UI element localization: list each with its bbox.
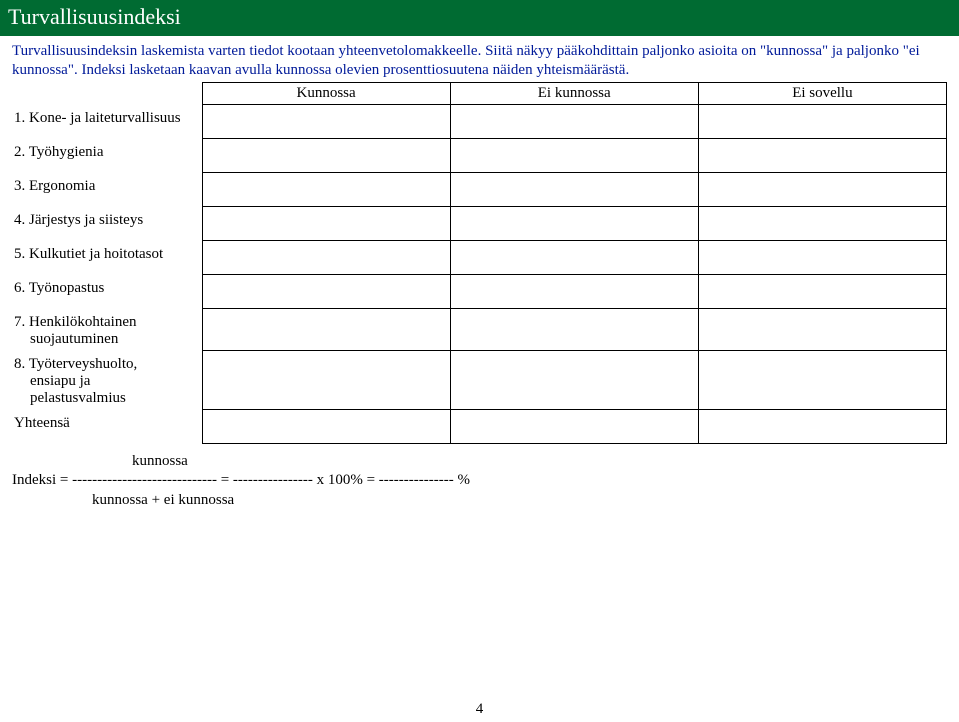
total-label: Yhteensä (12, 415, 196, 432)
row-label-cell: 5. Kulkutiet ja hoitotasot (12, 240, 202, 274)
cell-kunnossa[interactable] (202, 138, 450, 172)
row-label: 6. Työnopastus (12, 280, 196, 297)
cell-ei-sovellu[interactable] (698, 274, 946, 308)
table-row: 1. Kone- ja laiteturvallisuus (12, 104, 947, 138)
cell-kunnossa[interactable] (202, 274, 450, 308)
table-header-empty (12, 82, 202, 104)
cell-total-kunnossa[interactable] (202, 409, 450, 443)
cell-ei-kunnossa[interactable] (450, 240, 698, 274)
cell-ei-sovellu[interactable] (698, 308, 946, 350)
cell-kunnossa[interactable] (202, 350, 450, 409)
cell-kunnossa[interactable] (202, 308, 450, 350)
row-label: 7. Henkilökohtainen (12, 314, 196, 331)
cell-ei-sovellu[interactable] (698, 104, 946, 138)
table-row: 5. Kulkutiet ja hoitotasot (12, 240, 947, 274)
table-header-row: Kunnossa Ei kunnossa Ei sovellu (12, 82, 947, 104)
row-label: 2. Työhygienia (12, 144, 196, 161)
cell-ei-kunnossa[interactable] (450, 308, 698, 350)
formula-numerator: kunnossa (12, 452, 947, 472)
index-formula: kunnossa Indeksi = ---------------------… (12, 452, 947, 511)
cell-kunnossa[interactable] (202, 104, 450, 138)
cell-ei-sovellu[interactable] (698, 206, 946, 240)
cell-kunnossa[interactable] (202, 206, 450, 240)
row-label-line2: suojautuminen (12, 331, 196, 348)
row-label-cell: 1. Kone- ja laiteturvallisuus (12, 104, 202, 138)
cell-kunnossa[interactable] (202, 172, 450, 206)
cell-kunnossa[interactable] (202, 240, 450, 274)
cell-ei-sovellu[interactable] (698, 240, 946, 274)
row-label: 5. Kulkutiet ja hoitotasot (12, 246, 196, 263)
col-header-ei-kunnossa: Ei kunnossa (450, 82, 698, 104)
cell-ei-sovellu[interactable] (698, 138, 946, 172)
cell-total-ei-sovellu[interactable] (698, 409, 946, 443)
intro-text: Turvallisuusindeksin laskemista varten t… (12, 42, 947, 80)
table-row: 3. Ergonomia (12, 172, 947, 206)
page-number: 4 (0, 701, 959, 718)
cell-total-ei-kunnossa[interactable] (450, 409, 698, 443)
cell-ei-sovellu[interactable] (698, 172, 946, 206)
table-total-row: Yhteensä (12, 409, 947, 443)
cell-ei-kunnossa[interactable] (450, 350, 698, 409)
safety-index-table: Kunnossa Ei kunnossa Ei sovellu 1. Kone-… (12, 82, 947, 444)
cell-ei-kunnossa[interactable] (450, 172, 698, 206)
row-label: 1. Kone- ja laiteturvallisuus (12, 110, 196, 127)
row-label-line3: pelastusvalmius (12, 390, 196, 407)
row-label-cell: 7. Henkilökohtainen suojautuminen (12, 308, 202, 350)
formula-expression: Indeksi = ----------------------------- … (12, 471, 947, 491)
row-label-line2: ensiapu ja (12, 373, 196, 390)
table-row: 4. Järjestys ja siisteys (12, 206, 947, 240)
col-header-kunnossa: Kunnossa (202, 82, 450, 104)
page-title: Turvallisuusindeksi (8, 4, 181, 29)
row-label: 3. Ergonomia (12, 178, 196, 195)
cell-ei-kunnossa[interactable] (450, 206, 698, 240)
row-label: 4. Järjestys ja siisteys (12, 212, 196, 229)
row-label-cell: 8. Työterveyshuolto, ensiapu ja pelastus… (12, 350, 202, 409)
cell-ei-kunnossa[interactable] (450, 104, 698, 138)
row-label-cell: Yhteensä (12, 409, 202, 443)
table-row: 6. Työnopastus (12, 274, 947, 308)
table-row: 2. Työhygienia (12, 138, 947, 172)
page-title-bar: Turvallisuusindeksi (0, 0, 959, 36)
cell-ei-sovellu[interactable] (698, 350, 946, 409)
cell-ei-kunnossa[interactable] (450, 138, 698, 172)
table-row: 7. Henkilökohtainen suojautuminen (12, 308, 947, 350)
formula-denominator: kunnossa + ei kunnossa (12, 491, 947, 511)
content-area: Turvallisuusindeksin laskemista varten t… (0, 36, 959, 510)
row-label-cell: 4. Järjestys ja siisteys (12, 206, 202, 240)
row-label: 8. Työterveyshuolto, (12, 356, 196, 373)
row-label-cell: 2. Työhygienia (12, 138, 202, 172)
row-label-cell: 3. Ergonomia (12, 172, 202, 206)
row-label-cell: 6. Työnopastus (12, 274, 202, 308)
col-header-ei-sovellu: Ei sovellu (698, 82, 946, 104)
table-row: 8. Työterveyshuolto, ensiapu ja pelastus… (12, 350, 947, 409)
cell-ei-kunnossa[interactable] (450, 274, 698, 308)
